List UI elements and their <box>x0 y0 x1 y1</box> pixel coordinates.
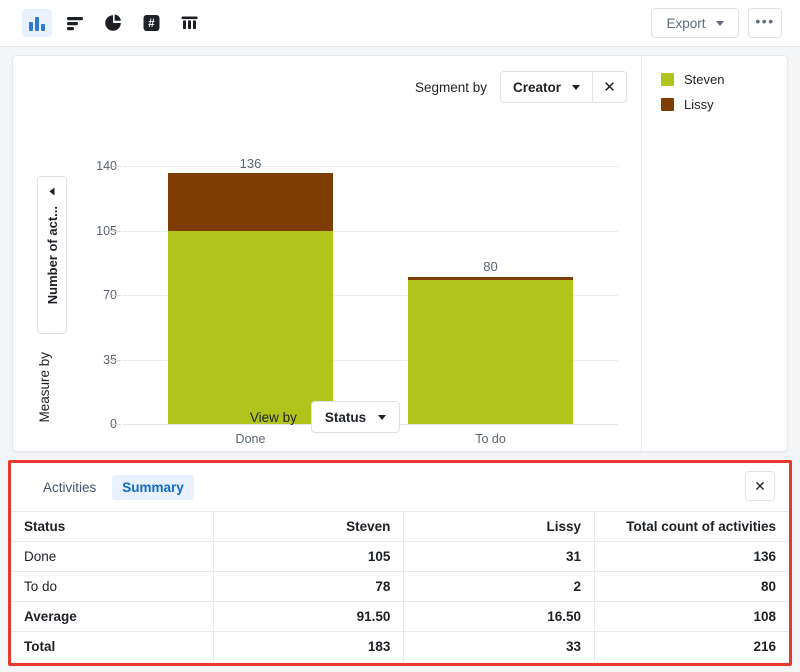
toolbar-actions: Export ••• <box>651 8 782 38</box>
legend-swatch-steven <box>661 73 674 86</box>
legend-item-steven[interactable]: Steven <box>661 72 724 87</box>
chevron-down-icon <box>50 188 55 196</box>
table-row: Done 105 31 136 <box>11 542 789 572</box>
tab-summary[interactable]: Summary <box>112 475 194 500</box>
summary-panel-close-button[interactable]: ✕ <box>745 471 775 501</box>
more-options-button[interactable]: ••• <box>748 8 782 38</box>
y-tick-label: 105 <box>77 224 117 238</box>
segment-by-control-group: Segment by Creator ✕ <box>415 71 627 103</box>
measure-by-rail: Number of act... Measure by <box>29 176 75 423</box>
cell-lissy: 33 <box>404 632 595 662</box>
column-header-status[interactable]: Status <box>11 512 213 542</box>
export-button[interactable]: Export <box>651 8 739 38</box>
summary-panel: Activities Summary ✕ Status Steven Lissy… <box>8 460 792 666</box>
number-icon-button[interactable]: # <box>136 9 166 37</box>
cell-steven: 183 <box>213 632 404 662</box>
export-button-label: Export <box>666 16 705 31</box>
cell-total: 216 <box>594 632 789 662</box>
bar-segment-done-lissy[interactable] <box>168 173 333 230</box>
legend-label-lissy: Lissy <box>684 97 714 112</box>
cell-lissy: 31 <box>404 542 595 572</box>
close-icon: ✕ <box>603 78 616 96</box>
chart-legend: Steven Lissy <box>661 72 724 122</box>
bar-total-label-done: 136 <box>168 156 333 171</box>
pie-chart-icon <box>104 14 123 32</box>
legend-divider <box>641 56 642 453</box>
table-row: To do 78 2 80 <box>11 572 789 602</box>
y-tick-label: 140 <box>77 159 117 173</box>
chevron-down-icon <box>378 415 386 420</box>
legend-label-steven: Steven <box>684 72 724 87</box>
top-toolbar: # Export ••• <box>0 0 800 47</box>
cell-total: 136 <box>594 542 789 572</box>
bar-total-label-todo: 80 <box>408 259 573 274</box>
more-options-icon: ••• <box>755 13 774 29</box>
y-tick-label: 35 <box>77 353 117 367</box>
measure-by-dropdown[interactable]: Number of act... <box>37 176 67 334</box>
y-tick-mark <box>112 360 121 361</box>
cell-status: Average <box>11 602 213 632</box>
tab-activities[interactable]: Activities <box>33 475 106 500</box>
segment-by-clear-button[interactable]: ✕ <box>592 72 626 102</box>
view-by-value: Status <box>325 410 366 425</box>
segment-by-dropdown[interactable]: Creator <box>501 72 592 102</box>
cell-lissy: 16.50 <box>404 602 595 632</box>
view-by-dropdown[interactable]: Status <box>311 401 400 433</box>
table-row: Average 91.50 16.50 108 <box>11 602 789 632</box>
bar-group-done[interactable]: 136 <box>168 173 333 424</box>
measure-by-value: Number of act... <box>45 206 60 304</box>
y-tick-label: 70 <box>77 288 117 302</box>
column-header-steven[interactable]: Steven <box>213 512 404 542</box>
y-tick-mark <box>112 166 121 167</box>
chevron-down-icon <box>716 21 724 26</box>
chart-plot-area: 0 35 70 105 140 136 <box>123 166 618 434</box>
svg-text:#: # <box>148 18 155 30</box>
bar-chart-icon <box>28 15 47 32</box>
chevron-down-icon <box>572 85 580 90</box>
table-row: Total 183 33 216 <box>11 632 789 662</box>
bar-segment-done-steven[interactable] <box>168 231 333 425</box>
segment-by-label: Segment by <box>415 80 487 95</box>
pie-chart-icon-button[interactable] <box>98 9 128 37</box>
cell-steven: 91.50 <box>213 602 404 632</box>
cell-status: To do <box>11 572 213 602</box>
y-tick-mark <box>112 231 121 232</box>
view-by-control-group: View by Status <box>13 401 787 433</box>
view-by-label: View by <box>250 410 297 425</box>
cell-steven: 78 <box>213 572 404 602</box>
cell-total: 108 <box>594 602 789 632</box>
x-tick-label-todo: To do <box>408 432 573 446</box>
bar-series-container: 136 80 <box>123 166 618 424</box>
table-icon-button[interactable] <box>174 9 204 37</box>
app-root: # Export ••• <box>0 0 800 672</box>
cell-status: Done <box>11 542 213 572</box>
horizontal-bar-chart-icon-button[interactable] <box>60 9 90 37</box>
segment-by-control: Creator ✕ <box>500 71 627 103</box>
column-header-lissy[interactable]: Lissy <box>404 512 595 542</box>
segment-by-value: Creator <box>513 80 561 95</box>
number-icon: # <box>142 14 161 32</box>
table-header-row: Status Steven Lissy Total count of activ… <box>11 512 789 542</box>
close-icon: ✕ <box>754 478 766 495</box>
chart-type-switcher: # <box>22 9 204 37</box>
bar-segment-todo-lissy[interactable] <box>408 277 573 281</box>
legend-swatch-lissy <box>661 98 674 111</box>
cell-steven: 105 <box>213 542 404 572</box>
cell-total: 80 <box>594 572 789 602</box>
summary-table: Status Steven Lissy Total count of activ… <box>11 511 789 662</box>
cell-lissy: 2 <box>404 572 595 602</box>
legend-item-lissy[interactable]: Lissy <box>661 97 724 112</box>
summary-tabs: Activities Summary ✕ <box>11 463 789 511</box>
table-icon <box>180 14 199 32</box>
y-axis-ticks: 0 35 70 105 140 <box>77 166 117 424</box>
horizontal-bar-chart-icon <box>66 15 85 32</box>
chart-card: Segment by Creator ✕ Steven Lissy <box>12 55 788 452</box>
cell-status: Total <box>11 632 213 662</box>
bar-chart-icon-button[interactable] <box>22 9 52 37</box>
y-tick-mark <box>112 295 121 296</box>
x-tick-label-done: Done <box>168 432 333 446</box>
column-header-total[interactable]: Total count of activities <box>594 512 789 542</box>
